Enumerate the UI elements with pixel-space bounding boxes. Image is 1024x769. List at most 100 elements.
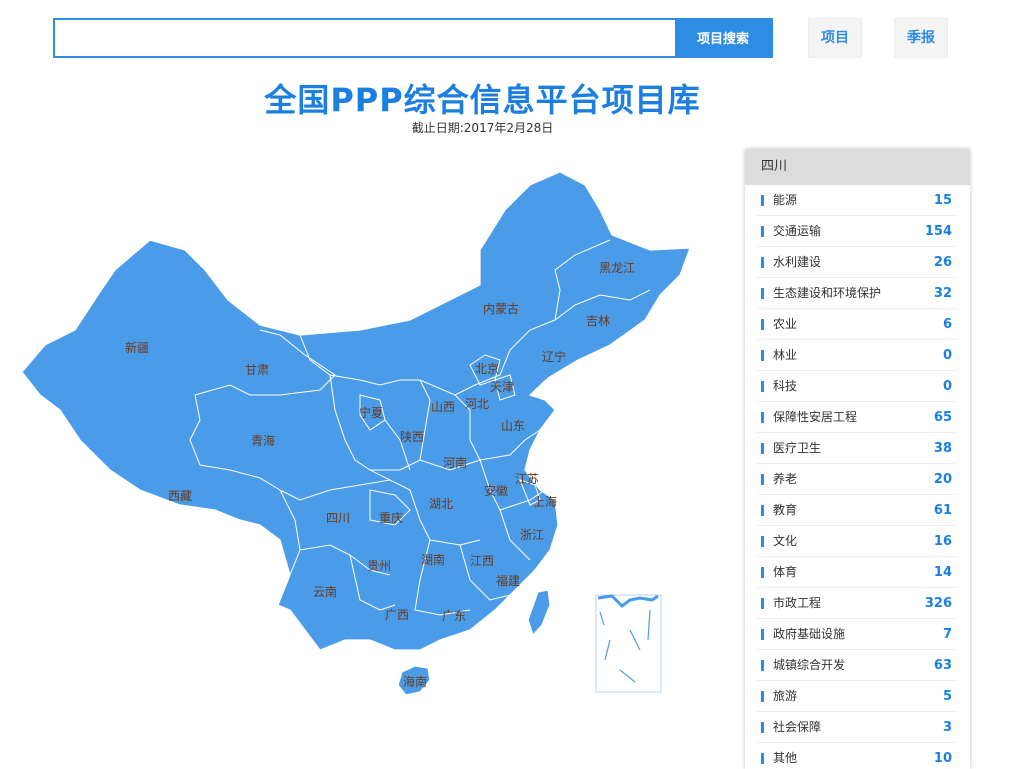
bullet-bar (761, 474, 764, 485)
province-label-liaoning[interactable]: 辽宁 (542, 349, 566, 364)
project-count[interactable]: 326 (925, 588, 952, 619)
province-label-shanghai[interactable]: 上海 (533, 494, 557, 509)
list-item[interactable]: 旅游 5 (757, 681, 958, 712)
province-label-beijing[interactable]: 北京 (475, 362, 499, 376)
province-label-hunan[interactable]: 湖南 (421, 552, 445, 567)
province-label-hainan[interactable]: 海南 (403, 674, 427, 689)
bullet-bar (761, 629, 764, 640)
list-item[interactable]: 教育 61 (757, 495, 958, 526)
list-item[interactable]: 城镇综合开发 63 (757, 650, 958, 681)
list-item[interactable]: 科技 0 (757, 371, 958, 402)
industry-label: 教育 (773, 503, 798, 517)
project-count[interactable]: 3 (943, 712, 952, 743)
industry-list: 能源 15 交通运输 154 水利建设 26 生态建设和环境保护 32 农业 6 林业 0 … (745, 185, 970, 769)
province-label-henan[interactable]: 河南 (443, 455, 467, 470)
project-count[interactable]: 7 (943, 619, 952, 650)
list-item[interactable]: 生态建设和环境保护 32 (757, 278, 958, 309)
list-item[interactable]: 能源 15 (757, 185, 958, 216)
province-label-tianjin[interactable]: 天津 (490, 380, 514, 394)
panel-region-title: 四川 (745, 149, 970, 185)
industry-label: 文化 (773, 534, 798, 548)
industry-label: 农业 (773, 317, 798, 331)
industry-label: 旅游 (773, 689, 798, 703)
province-label-gansu[interactable]: 甘肃 (245, 363, 269, 377)
bullet-bar (761, 195, 764, 206)
project-count[interactable]: 15 (934, 185, 952, 216)
map-outline (21, 171, 691, 651)
search-input[interactable] (55, 20, 697, 56)
list-item[interactable]: 医疗卫生 38 (757, 433, 958, 464)
province-label-shandong[interactable]: 山东 (501, 419, 525, 433)
province-label-qinghai[interactable]: 青海 (251, 433, 275, 448)
province-label-hebei[interactable]: 河北 (465, 397, 489, 411)
projects-button[interactable]: 项目 (808, 18, 862, 58)
province-label-guangdong[interactable]: 广东 (442, 609, 466, 623)
list-item[interactable]: 社会保障 3 (757, 712, 958, 743)
province-label-guangxi[interactable]: 广西 (385, 608, 409, 622)
quarterly-report-button[interactable]: 季报 (894, 18, 948, 58)
project-count[interactable]: 63 (934, 650, 952, 681)
project-count[interactable]: 38 (934, 433, 952, 464)
province-label-anhui[interactable]: 安徽 (484, 483, 508, 498)
province-label-jilin[interactable]: 吉林 (586, 314, 610, 328)
project-count[interactable]: 5 (943, 681, 952, 712)
province-label-ningxia[interactable]: 宁夏 (359, 405, 383, 420)
bullet-bar (761, 505, 764, 516)
province-label-shanxi[interactable]: 山西 (431, 400, 455, 414)
list-item[interactable]: 文化 16 (757, 526, 958, 557)
list-item[interactable]: 体育 14 (757, 557, 958, 588)
industry-label: 保障性安居工程 (773, 410, 858, 424)
project-count[interactable]: 154 (925, 216, 952, 247)
province-label-zhejiang[interactable]: 浙江 (520, 528, 544, 542)
south-china-sea-inset (595, 594, 662, 693)
bullet-bar (761, 226, 764, 237)
province-label-xinjiang[interactable]: 新疆 (125, 340, 149, 355)
province-label-sichuan[interactable]: 四川 (326, 511, 350, 525)
bullet-bar (761, 722, 764, 733)
province-label-hubei[interactable]: 湖北 (429, 496, 453, 511)
bullet-bar (761, 753, 764, 764)
project-count[interactable]: 61 (934, 495, 952, 526)
project-count[interactable]: 14 (934, 557, 952, 588)
province-label-yunnan[interactable]: 云南 (313, 584, 337, 599)
project-count[interactable]: 0 (943, 340, 952, 371)
list-item[interactable]: 其他 10 (757, 743, 958, 769)
list-item[interactable]: 水利建设 26 (757, 247, 958, 278)
industry-label: 医疗卫生 (773, 441, 822, 455)
province-label-shaanxi[interactable]: 陕西 (400, 429, 424, 444)
province-label-xizang[interactable]: 西藏 (168, 489, 192, 503)
province-label-guizhou[interactable]: 贵州 (367, 559, 391, 573)
province-label-fujian[interactable]: 福建 (496, 573, 520, 588)
industry-label: 市政工程 (773, 596, 822, 610)
page-title: 全国PPP综合信息平台项目库 (264, 81, 701, 119)
bullet-bar (761, 288, 764, 299)
project-count[interactable]: 16 (934, 526, 952, 557)
list-item[interactable]: 农业 6 (757, 309, 958, 340)
industry-label: 生态建设和环境保护 (773, 286, 882, 300)
project-search-button[interactable]: 项目搜索 (675, 20, 771, 56)
list-item[interactable]: 政府基础设施 7 (757, 619, 958, 650)
list-item[interactable]: 养老 20 (757, 464, 958, 495)
bullet-bar (761, 598, 764, 609)
project-count[interactable]: 20 (934, 464, 952, 495)
bullet-bar (761, 381, 764, 392)
province-label-heilongjiang[interactable]: 黑龙江 (599, 261, 635, 275)
list-item[interactable]: 市政工程 326 (757, 588, 958, 619)
project-count[interactable]: 65 (934, 402, 952, 433)
list-item[interactable]: 林业 0 (757, 340, 958, 371)
industry-label: 养老 (773, 472, 798, 486)
project-count[interactable]: 10 (934, 743, 952, 769)
province-label-jiangxi[interactable]: 江西 (470, 554, 494, 568)
project-count[interactable]: 32 (934, 278, 952, 309)
province-label-jiangsu[interactable]: 江苏 (515, 472, 539, 486)
china-map-svg: 新疆 西藏 青海 甘肃 内蒙古 黑龙江 吉林 辽宁 北京 天津 河北 山西 宁夏… (21, 171, 691, 696)
province-label-chongqing[interactable]: 重庆 (379, 511, 403, 525)
project-count[interactable]: 26 (934, 247, 952, 278)
bullet-bar (761, 567, 764, 578)
province-label-neimenggu[interactable]: 内蒙古 (483, 301, 519, 316)
project-count[interactable]: 0 (943, 371, 952, 402)
list-item[interactable]: 保障性安居工程 65 (757, 402, 958, 433)
list-item[interactable]: 交通运输 154 (757, 216, 958, 247)
project-count[interactable]: 6 (943, 309, 952, 340)
province-stats-panel: 四川 能源 15 交通运输 154 水利建设 26 生态建设和环境保护 32 农业 6 林… (745, 149, 970, 769)
